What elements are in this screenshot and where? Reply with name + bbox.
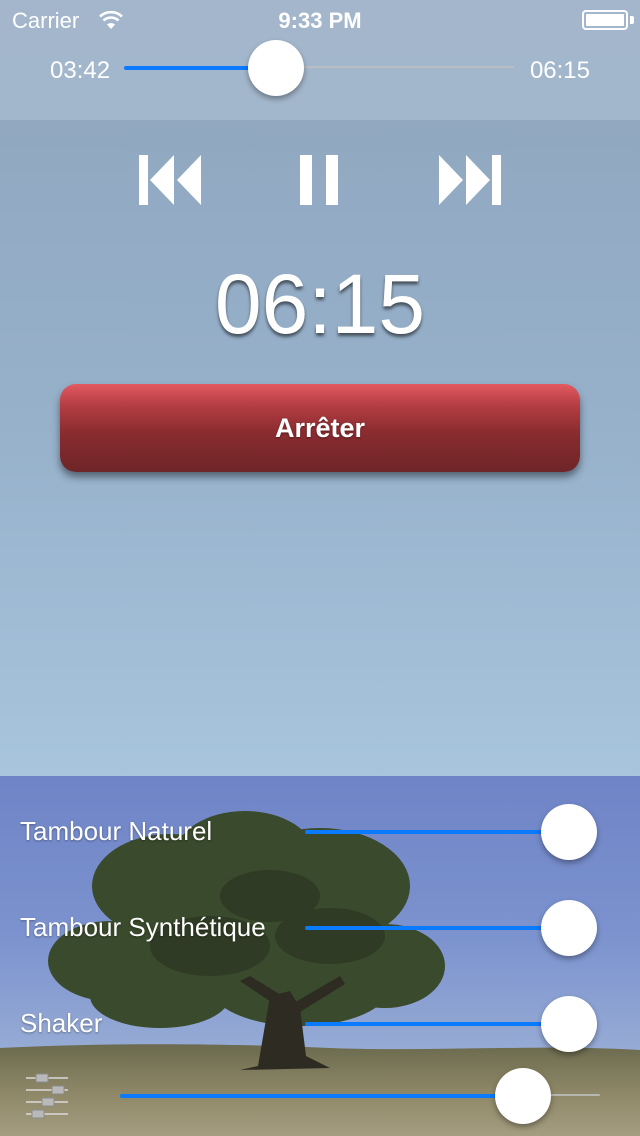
master-track-filled bbox=[120, 1094, 523, 1098]
equalizer-icon[interactable] bbox=[22, 1072, 72, 1124]
status-time: 9:33 PM bbox=[278, 8, 362, 33]
track-row: Shaker bbox=[0, 992, 640, 1056]
track-name: Tambour Naturel bbox=[20, 816, 213, 846]
top-bar: Carrier 9:33 PM 03:42 06:15 bbox=[0, 0, 640, 120]
track-row: Tambour Naturel bbox=[0, 800, 640, 864]
next-button[interactable] bbox=[435, 150, 505, 210]
stop-button[interactable]: Arrêter bbox=[60, 384, 580, 472]
skip-next-icon bbox=[439, 155, 501, 205]
status-bar: Carrier 9:33 PM bbox=[0, 0, 640, 40]
total-time: 06:15 bbox=[529, 57, 590, 84]
transport-controls bbox=[0, 150, 640, 214]
track-volume-slider[interactable] bbox=[305, 896, 597, 960]
progress-slider[interactable] bbox=[124, 36, 514, 100]
timer-display: 06:15 bbox=[214, 257, 426, 351]
mixer-panel: Tambour Naturel Tambour Synthétique Shaker bbox=[0, 776, 640, 1136]
track-volume-slider[interactable] bbox=[305, 992, 597, 1056]
track-volume-filled bbox=[305, 830, 569, 834]
track-row: Tambour Synthétique bbox=[0, 896, 640, 960]
pause-icon bbox=[300, 155, 338, 205]
progress-track-remaining bbox=[276, 66, 514, 68]
skip-previous-icon bbox=[139, 155, 201, 205]
elapsed-time: 03:42 bbox=[50, 57, 111, 84]
track-name: Shaker bbox=[20, 1008, 103, 1038]
track-volume-filled bbox=[305, 926, 569, 930]
battery-fill bbox=[586, 14, 624, 26]
progress-thumb[interactable] bbox=[248, 40, 304, 96]
master-thumb[interactable] bbox=[495, 1068, 551, 1124]
track-volume-thumb[interactable] bbox=[541, 900, 597, 956]
master-volume-slider[interactable] bbox=[120, 1064, 600, 1128]
track-volume-slider[interactable] bbox=[305, 800, 597, 864]
track-volume-filled bbox=[305, 1022, 569, 1026]
track-volume-thumb[interactable] bbox=[541, 804, 597, 860]
previous-button[interactable] bbox=[135, 150, 205, 210]
track-name: Tambour Synthétique bbox=[20, 912, 266, 942]
pause-button[interactable] bbox=[285, 150, 355, 210]
battery-tip bbox=[630, 16, 634, 24]
battery-icon bbox=[582, 10, 628, 30]
track-volume-thumb[interactable] bbox=[541, 996, 597, 1052]
